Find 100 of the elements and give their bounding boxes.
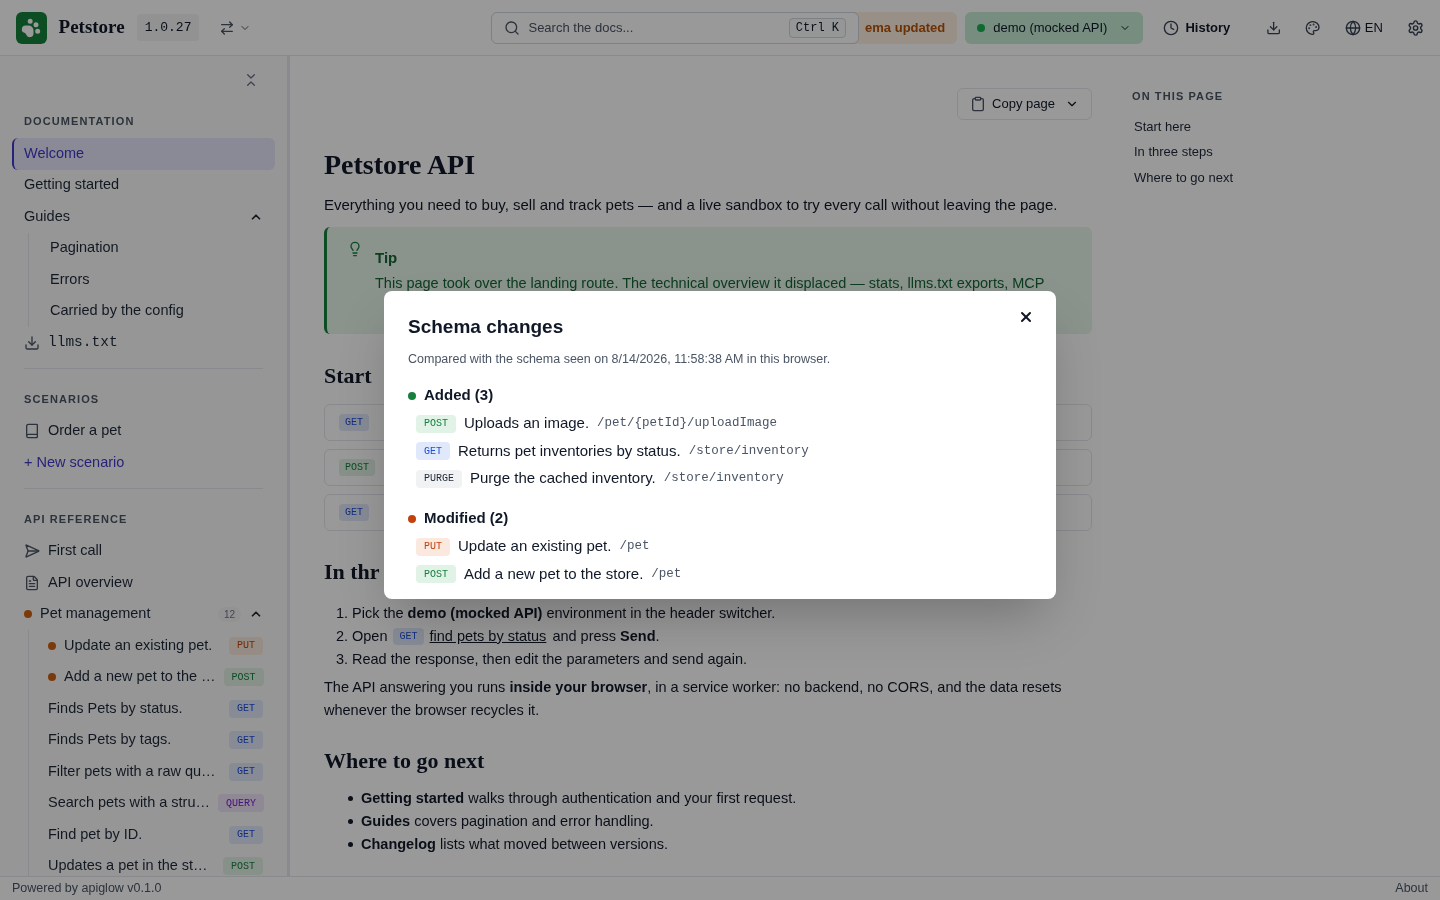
step-text: and press Send. [552,626,660,646]
endpoint-link[interactable]: Add a new pet to the … POST [37,661,275,693]
method-badge: GET [339,503,369,521]
method-badge: GET [229,825,263,844]
dialog-title: Schema changes [408,315,564,339]
search-icon [504,19,521,36]
download-icon [24,334,40,351]
endpoint-link[interactable]: Finds Pets by status. GET [37,693,275,725]
close-icon [1018,309,1034,325]
step-number: 1. [334,603,348,623]
group-heading: Added (3) [424,385,494,406]
toc-heading: ON THIS PAGE [1132,89,1225,104]
sidebar-link[interactable]: First call [12,535,275,567]
powered-by-text: Powered by apiglow v0.1.0 [12,880,162,898]
section-heading: Start [324,361,372,390]
clipboard-icon [970,96,987,112]
swap-icon [219,19,236,36]
step-number: 2. [334,626,348,646]
method-badge: POST [416,565,456,583]
new-scenario-link[interactable]: + New scenario [12,447,275,479]
endpoint-link[interactable]: Finds Pets by tags. GET [37,724,275,756]
change-summary: Returns pet inventories by status. [458,440,681,461]
switch-button[interactable] [219,19,252,36]
shortcut-key: Ctrl K [788,17,847,38]
bullet-icon [348,841,353,847]
send-icon [24,543,40,560]
about-link[interactable]: About [1395,879,1428,898]
language-button[interactable]: EN [1344,17,1383,38]
sidebar-link[interactable]: llms.txt [12,327,275,359]
download-icon[interactable] [1266,19,1282,36]
step-text: Pick the demo (mocked API) environment in the header switcher. [352,603,776,623]
method-badge: POST [416,414,456,433]
settings-icon[interactable] [1406,18,1424,37]
search-bar[interactable]: Search the docs... Ctrl K [491,11,860,44]
sidebar-link[interactable]: Errors [37,264,275,296]
toc-link[interactable]: Start here [1134,116,1233,136]
method-badge: POST [339,458,375,476]
list-item-text: Changelog lists what moved between versions. [361,834,669,854]
lightbulb-icon [347,240,363,257]
sidebar-link[interactable]: Pagination [37,232,275,264]
history-button[interactable]: History [1163,17,1231,38]
endpoint-path: /store/inventory [663,470,784,488]
sidebar-link[interactable]: Getting started [12,169,275,201]
change-summary: Uploads an image. [464,413,590,434]
method-badge: QUERY [218,794,264,813]
endpoint-path: /pet/{petId}/uploadImage [597,415,778,433]
sidebar-link[interactable]: API overview [12,567,275,599]
sidebar-link[interactable]: Carried by the config [37,295,275,327]
toc-link[interactable]: In three steps [1134,142,1233,162]
step-text: Open [352,626,388,646]
method-badge: PUT [229,636,263,655]
version-badge: 1.0.27 [136,13,200,42]
method-badge: POST [223,668,264,687]
endpoint-link[interactable]: Updates a pet in the st… POST [37,850,275,876]
endpoint-link[interactable]: Find pet by ID. GET [37,819,275,851]
copy-page-button[interactable]: Copy page [957,88,1092,120]
tip-title: Tip [375,247,398,268]
change-summary: Update an existing pet. [458,536,612,557]
method-badge: POST [223,857,263,876]
section-heading: In thr [324,557,380,586]
list-item-text: Guides covers pagination and error handling. [361,811,654,831]
tip-text: This page took over the landing route. The technical overview it displaced — stats, llms.txt exports, MCP [375,274,1045,292]
change-summary: Purge the cached inventory. [470,468,656,489]
endpoint-path: /pet [651,565,682,583]
method-badge: GET [229,731,263,750]
sidebar-group[interactable]: Pet management 12 [12,598,275,630]
toc-link[interactable]: Where to go next [1134,167,1233,187]
sidebar-group[interactable]: Guides [12,201,275,233]
method-badge: GET [229,699,263,718]
method-badge: GET [393,627,424,645]
endpoint-link[interactable]: find pets by status [429,624,547,648]
brand-name: Petstore [58,15,125,40]
group-heading: Modified (2) [424,508,509,529]
section-heading: SCENARIOS [24,392,100,405]
step-text: Read the response, then edit the parameters and send again. [352,649,747,669]
sidebar-link[interactable]: Welcome [12,138,275,170]
method-badge: PURGE [416,469,462,488]
sidebar-link[interactable]: Order a pet [12,415,275,447]
bullet-icon [348,795,353,801]
method-badge: GET [339,413,369,431]
list-item-text: Getting started walks through authentication and your first request. [361,788,797,808]
search-input[interactable]: Search the docs... [528,17,781,38]
book-icon [24,423,40,440]
page-title: Petstore API [324,148,476,182]
document-icon [24,574,40,591]
paw-logo-icon [16,11,47,44]
endpoint-link[interactable]: Update an existing pet. PUT [37,630,275,662]
step-number: 3. [334,649,348,669]
endpoint-link[interactable]: Filter pets with a raw qu… GET [37,756,275,788]
method-badge: GET [416,442,450,460]
palette-icon[interactable] [1305,19,1321,36]
bullet-icon [348,818,353,824]
section-heading: API REFERENCE [24,512,128,525]
section-heading: DOCUMENTATION [24,115,135,127]
body-paragraph: The API answering you runs inside your browser, in a service worker: no backend, no CORS, and the data resets whenever the browser recycles it. [324,678,1062,718]
method-badge: GET [229,762,263,781]
method-badge: PUT [416,537,450,556]
dialog-subtitle: Compared with the schema seen on 8/14/2026, 11:58:38 AM in this browser. [408,350,832,368]
endpoint-link[interactable]: Search pets with a stru… QUERY [37,787,275,819]
environment-switcher[interactable]: demo (mocked API) [965,11,1144,44]
